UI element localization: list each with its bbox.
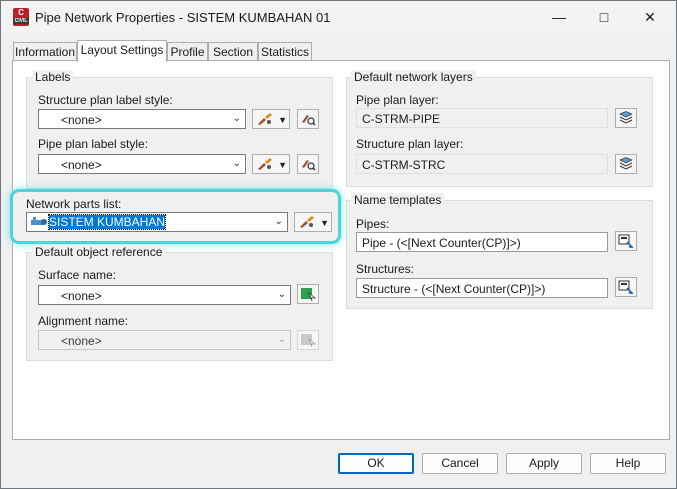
pencil-brush-icon (300, 216, 314, 228)
dialog-window: C CIVIL Pipe Network Properties - SISTEM … (0, 0, 677, 489)
template-edit-icon (618, 280, 634, 294)
apply-button[interactable]: Apply (506, 453, 582, 474)
dropdown-arrow-icon: ▼ (320, 218, 329, 228)
surface-pick-button[interactable] (297, 284, 319, 304)
pipe-plan-label-style-value: <none> (61, 158, 102, 172)
alignment-name-label: Alignment name: (38, 314, 129, 328)
tab-statistics[interactable]: Statistics (258, 42, 312, 61)
surface-name-label: Surface name: (38, 268, 117, 282)
alignment-pick-icon (301, 334, 316, 348)
structure-label-style-edit-button[interactable]: ▼ (252, 109, 290, 129)
cancel-button[interactable]: Cancel (422, 453, 498, 474)
structures-template-field[interactable]: Structure - (<[Next Counter(CP)]>) (356, 278, 608, 298)
window-title: Pipe Network Properties - SISTEM KUMBAHA… (35, 10, 331, 25)
pencil-brush-icon (258, 158, 272, 170)
pipe-label-style-edit-button[interactable]: ▼ (252, 154, 290, 174)
alignment-name-value: <none> (61, 334, 102, 348)
layers-icon (619, 111, 633, 124)
pick-magnifier-icon (302, 115, 316, 126)
surface-name-select[interactable]: <none> ⌄ (38, 285, 291, 305)
dropdown-arrow-icon: ▼ (278, 160, 287, 170)
pipe-plan-label-style-select[interactable]: <none> ⌄ (38, 154, 246, 174)
network-parts-list-label: Network parts list: (26, 197, 122, 211)
alignment-pick-button[interactable] (297, 330, 319, 350)
structure-plan-label-style-select[interactable]: <none> ⌄ (38, 109, 246, 129)
layers-icon (619, 157, 633, 170)
pipe-plan-layer-label: Pipe plan layer: (356, 93, 439, 107)
pipe-label-style-pick-button[interactable] (297, 154, 319, 174)
surface-pick-icon (301, 288, 316, 302)
tab-section[interactable]: Section (208, 42, 258, 61)
pipes-template-field[interactable]: Pipe - (<[Next Counter(CP)]>) (356, 232, 608, 252)
default-network-layers-title: Default network layers (351, 70, 476, 84)
pipe-plan-label-style-label: Pipe plan label style: (38, 137, 149, 151)
civil3d-app-icon: C CIVIL (13, 8, 29, 26)
surface-name-value: <none> (61, 289, 102, 303)
default-object-reference-title: Default object reference (32, 245, 166, 259)
close-button[interactable]: ✕ (627, 1, 673, 33)
network-parts-list-value: SISTEM KUMBAHAN (47, 214, 167, 230)
title-bar[interactable]: C CIVIL Pipe Network Properties - SISTEM … (1, 1, 676, 33)
maximize-button[interactable]: □ (581, 1, 627, 33)
structure-plan-layer-label: Structure plan layer: (356, 137, 464, 151)
chevron-down-icon: ⌄ (277, 289, 286, 300)
minimize-button[interactable]: — (536, 1, 582, 33)
dropdown-arrow-icon: ▼ (278, 115, 287, 125)
ok-button[interactable]: OK (338, 453, 414, 474)
pick-magnifier-icon (302, 160, 316, 171)
structure-layer-select-button[interactable] (615, 154, 637, 174)
chevron-down-icon: ⌄ (232, 158, 241, 169)
network-parts-list-select[interactable]: SISTEM KUMBAHAN ⌄ (26, 212, 288, 232)
tab-layout-settings[interactable]: Layout Settings (77, 40, 167, 62)
pencil-brush-icon (258, 113, 272, 125)
pipes-template-edit-button[interactable] (615, 231, 637, 251)
alignment-name-select[interactable]: <none> ⌄ (38, 330, 291, 350)
structures-template-label: Structures: (356, 262, 415, 276)
chevron-down-icon: ⌄ (232, 113, 241, 124)
labels-group-title: Labels (32, 70, 74, 84)
structure-label-style-pick-button[interactable] (297, 109, 319, 129)
pipe-plan-layer-field: C-STRM-PIPE (356, 108, 608, 128)
template-edit-icon (618, 234, 634, 248)
structures-template-edit-button[interactable] (615, 277, 637, 297)
structure-plan-label-style-value: <none> (61, 113, 102, 127)
parts-list-icon (31, 217, 47, 225)
name-templates-title: Name templates (351, 193, 445, 207)
tab-profile[interactable]: Profile (167, 42, 208, 61)
pipe-layer-select-button[interactable] (615, 108, 637, 128)
help-button[interactable]: Help (590, 453, 666, 474)
network-parts-list-edit-button[interactable]: ▼ (294, 212, 332, 232)
tab-information[interactable]: Information (13, 42, 77, 61)
structure-plan-label-style-label: Structure plan label style: (38, 93, 173, 107)
chevron-down-icon: ⌄ (277, 334, 286, 345)
structure-plan-layer-field: C-STRM-STRC (356, 154, 608, 174)
pipes-template-label: Pipes: (356, 217, 390, 231)
chevron-down-icon: ⌄ (274, 216, 283, 227)
